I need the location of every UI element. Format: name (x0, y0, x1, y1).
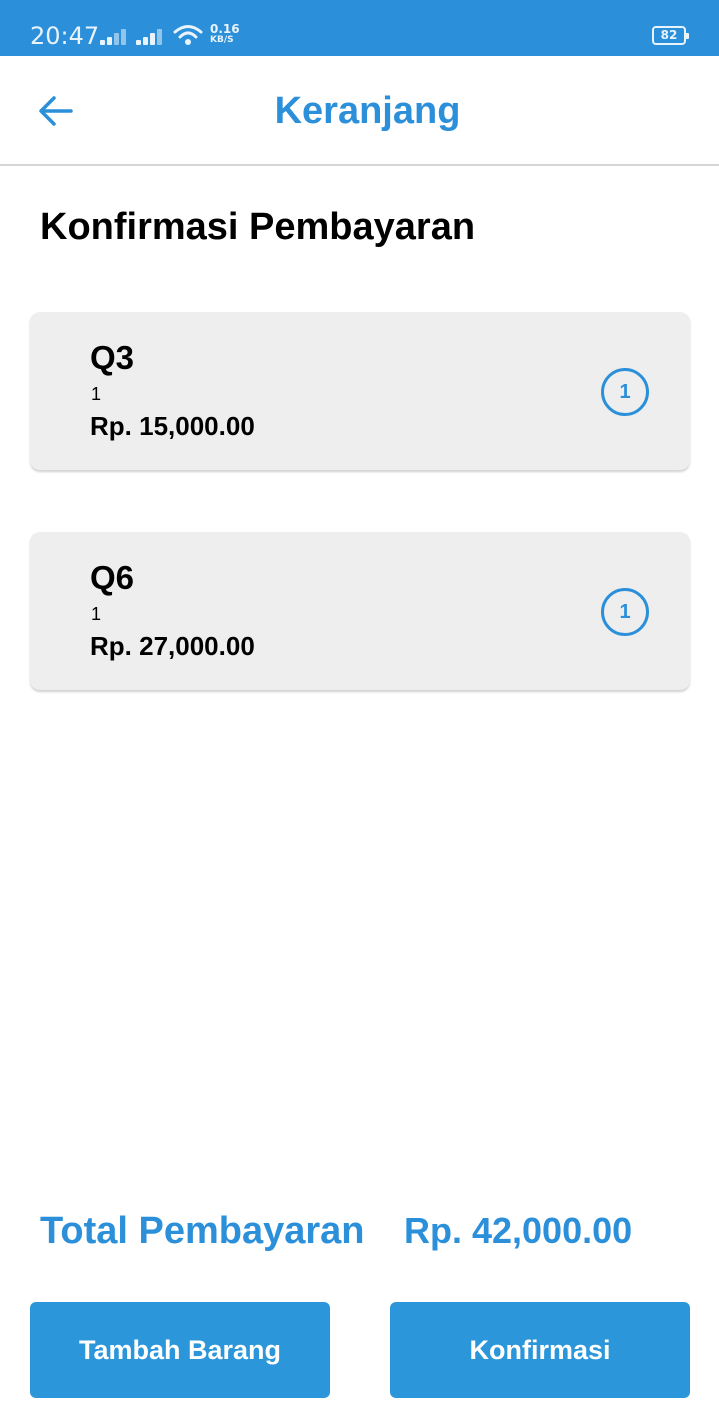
battery-icon: 82 (652, 26, 689, 45)
wifi-icon (173, 25, 203, 45)
total-value: Rp. 42,000.00 (404, 1210, 633, 1251)
total-label: Total Pembayaran (40, 1210, 365, 1252)
page-title: Keranjang (274, 90, 461, 132)
section-heading: Konfirmasi Pembayaran (40, 206, 476, 248)
cart-item[interactable]: Q6 1 Rp. 27,000.00 1 (30, 532, 690, 690)
net-speed: 0.16 KB/S (210, 23, 242, 46)
item-quantity: 1 (91, 604, 102, 624)
item-price: Rp. 15,000.00 (90, 411, 255, 441)
status-bar: 20:47 0.16 KB/S 82 (0, 0, 719, 56)
signal-icon (100, 27, 132, 45)
net-speed-value: 0.16 (210, 22, 240, 36)
confirm-button[interactable]: Konfirmasi (390, 1302, 690, 1398)
signal-icon (136, 27, 168, 45)
add-item-button[interactable]: Tambah Barang (30, 1302, 330, 1398)
net-speed-unit: KB/S (210, 35, 234, 45)
item-price: Rp. 27,000.00 (90, 631, 255, 661)
item-name: Q6 (90, 559, 135, 596)
quantity-badge[interactable]: 1 (601, 368, 649, 416)
cart-item[interactable]: Q3 1 Rp. 15,000.00 1 (30, 312, 690, 470)
item-name: Q3 (90, 339, 135, 376)
quantity-badge[interactable]: 1 (601, 588, 649, 636)
item-quantity: 1 (91, 384, 102, 404)
app-bar: Keranjang (0, 56, 719, 166)
status-time: 20:47 (30, 22, 100, 50)
